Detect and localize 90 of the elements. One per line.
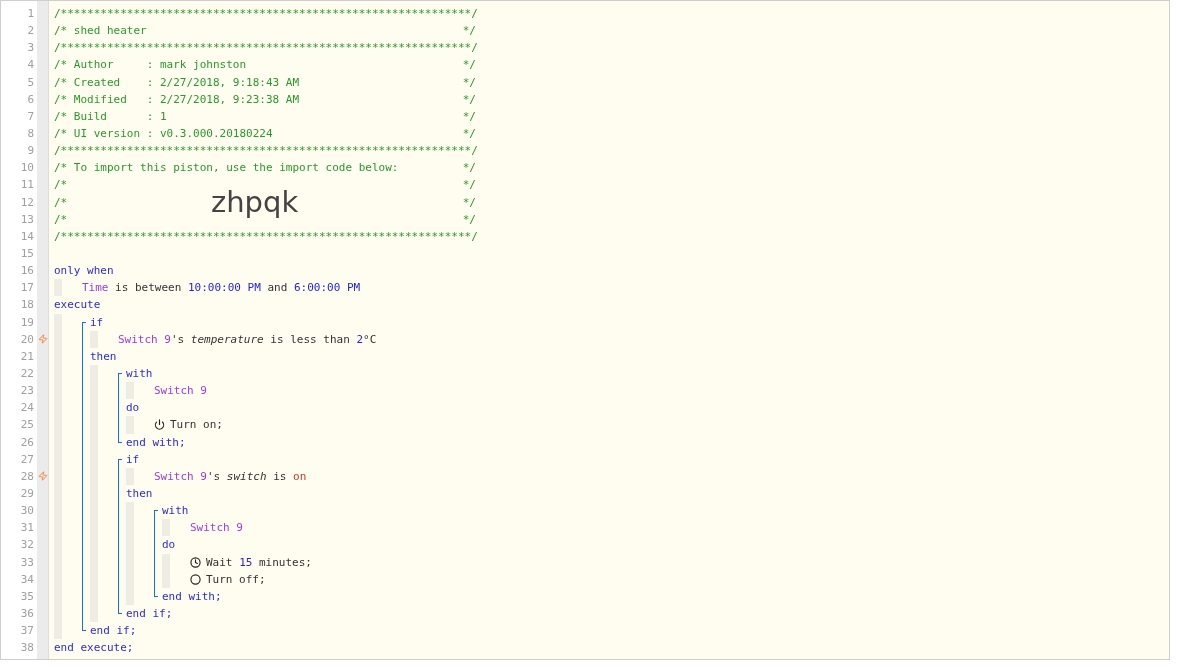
line-number: 14 xyxy=(20,229,34,243)
line-number: 38 xyxy=(20,641,34,655)
line-number: 12 xyxy=(20,195,34,209)
line-number: 10 xyxy=(20,161,34,175)
comment-end: */ xyxy=(462,23,476,40)
line-number: 6 xyxy=(27,92,34,106)
comment-end: */ xyxy=(462,177,476,194)
code-keyword: end if; xyxy=(90,624,137,638)
line-number: 21 xyxy=(20,349,34,363)
comment-text: /* Modified : 2/27/2018, 9:23:38 AM xyxy=(54,91,300,108)
line-number: 36 xyxy=(20,606,34,620)
code-keyword: then xyxy=(126,486,153,500)
comment-end: */ xyxy=(462,57,476,74)
device-line: Switch 9 xyxy=(190,520,243,537)
line-number: 2 xyxy=(27,24,34,38)
line-number: 17 xyxy=(20,281,34,295)
comment-text: /* xyxy=(54,211,68,228)
comment-text: /* To import this piston, use the import code below: xyxy=(54,160,399,177)
block-bracket xyxy=(118,372,122,443)
comment-text: /**************************************************************/ xyxy=(54,6,478,22)
comment-end: */ xyxy=(462,91,476,108)
line-number: 11 xyxy=(20,178,34,192)
line-number: 32 xyxy=(20,538,34,552)
code-keyword: end execute; xyxy=(54,641,134,655)
comment-end: */ xyxy=(462,211,476,228)
line-number: 9 xyxy=(27,144,34,158)
code-keyword: do xyxy=(126,401,140,415)
line-number: 37 xyxy=(20,624,34,638)
line-number: 1 xyxy=(27,7,34,20)
condition-line: Switch 9's temperature is less than 2°C xyxy=(118,331,377,348)
code-keyword: with xyxy=(126,366,153,380)
comment-text: /**************************************************************/ xyxy=(54,228,478,245)
comment-text: /* Author : mark johnston xyxy=(54,57,247,74)
line-number: 16 xyxy=(20,264,34,278)
comment-text: /* UI version : v0.3.000.20180224 xyxy=(54,126,273,142)
action-line: Wait 15 minutes; xyxy=(206,554,312,571)
import-code: zhpqk xyxy=(211,187,299,217)
device-line: Switch 9 xyxy=(154,383,207,400)
power-icon xyxy=(154,419,165,431)
condition-line: Time is between 10:00:00 PM and 6:00:00 PM xyxy=(82,280,361,297)
line-number: 28 xyxy=(20,469,34,483)
line-number: 18 xyxy=(20,298,34,312)
code-keyword: if xyxy=(90,315,104,329)
comment-text: /* xyxy=(54,194,68,211)
line-number: 27 xyxy=(20,452,34,466)
comment-text: /* shed heater xyxy=(54,23,147,40)
line-number: 4 xyxy=(27,58,34,72)
line-number: 20 xyxy=(20,332,34,346)
comment-end: */ xyxy=(462,74,476,91)
code-keyword: execute xyxy=(54,298,101,312)
line-number: 8 xyxy=(27,127,34,140)
comment-end: */ xyxy=(462,126,476,142)
code-keyword: with xyxy=(162,504,189,518)
line-number: 13 xyxy=(20,212,34,226)
line-number: 34 xyxy=(20,572,34,586)
line-number: 5 xyxy=(27,75,34,89)
code-keyword: do xyxy=(162,538,176,552)
code-keyword: end with; xyxy=(162,589,222,603)
line-number: 26 xyxy=(20,435,34,449)
code-keyword: then xyxy=(90,349,117,363)
clock-icon xyxy=(190,556,201,568)
comment-end: */ xyxy=(462,108,476,125)
circle-icon xyxy=(190,573,201,585)
line-number: 3 xyxy=(27,41,34,55)
line-number: 19 xyxy=(20,315,34,329)
comment-end: */ xyxy=(462,160,476,177)
comment-text: /**************************************************************/ xyxy=(54,40,478,57)
action-line: Turn off; xyxy=(206,571,266,588)
comment-end: */ xyxy=(462,194,476,211)
comment-text: /**************************************************************/ xyxy=(54,143,478,160)
line-number: 25 xyxy=(20,418,34,432)
code-keyword: only when xyxy=(54,264,114,278)
line-number: 35 xyxy=(20,589,34,603)
code-keyword: end with; xyxy=(126,435,186,449)
line-number: 22 xyxy=(20,366,34,380)
code-keyword: end if; xyxy=(126,606,173,620)
condition-line: Switch 9's switch is on xyxy=(154,468,307,485)
comment-text: /* Build : 1 xyxy=(54,108,167,125)
line-number: 24 xyxy=(20,401,34,415)
line-number: 29 xyxy=(20,486,34,500)
line-number: 30 xyxy=(20,504,34,518)
line-number: 33 xyxy=(20,555,34,569)
action-line: Turn on; xyxy=(170,417,223,434)
line-number: 7 xyxy=(27,109,34,123)
line-number: 31 xyxy=(20,521,34,535)
code-keyword: if xyxy=(126,452,140,466)
line-number: 15 xyxy=(20,246,34,260)
line-number: 23 xyxy=(20,384,34,398)
comment-text: /* Created : 2/27/2018, 9:18:43 AM xyxy=(54,74,300,91)
comment-text: /* xyxy=(54,177,68,194)
